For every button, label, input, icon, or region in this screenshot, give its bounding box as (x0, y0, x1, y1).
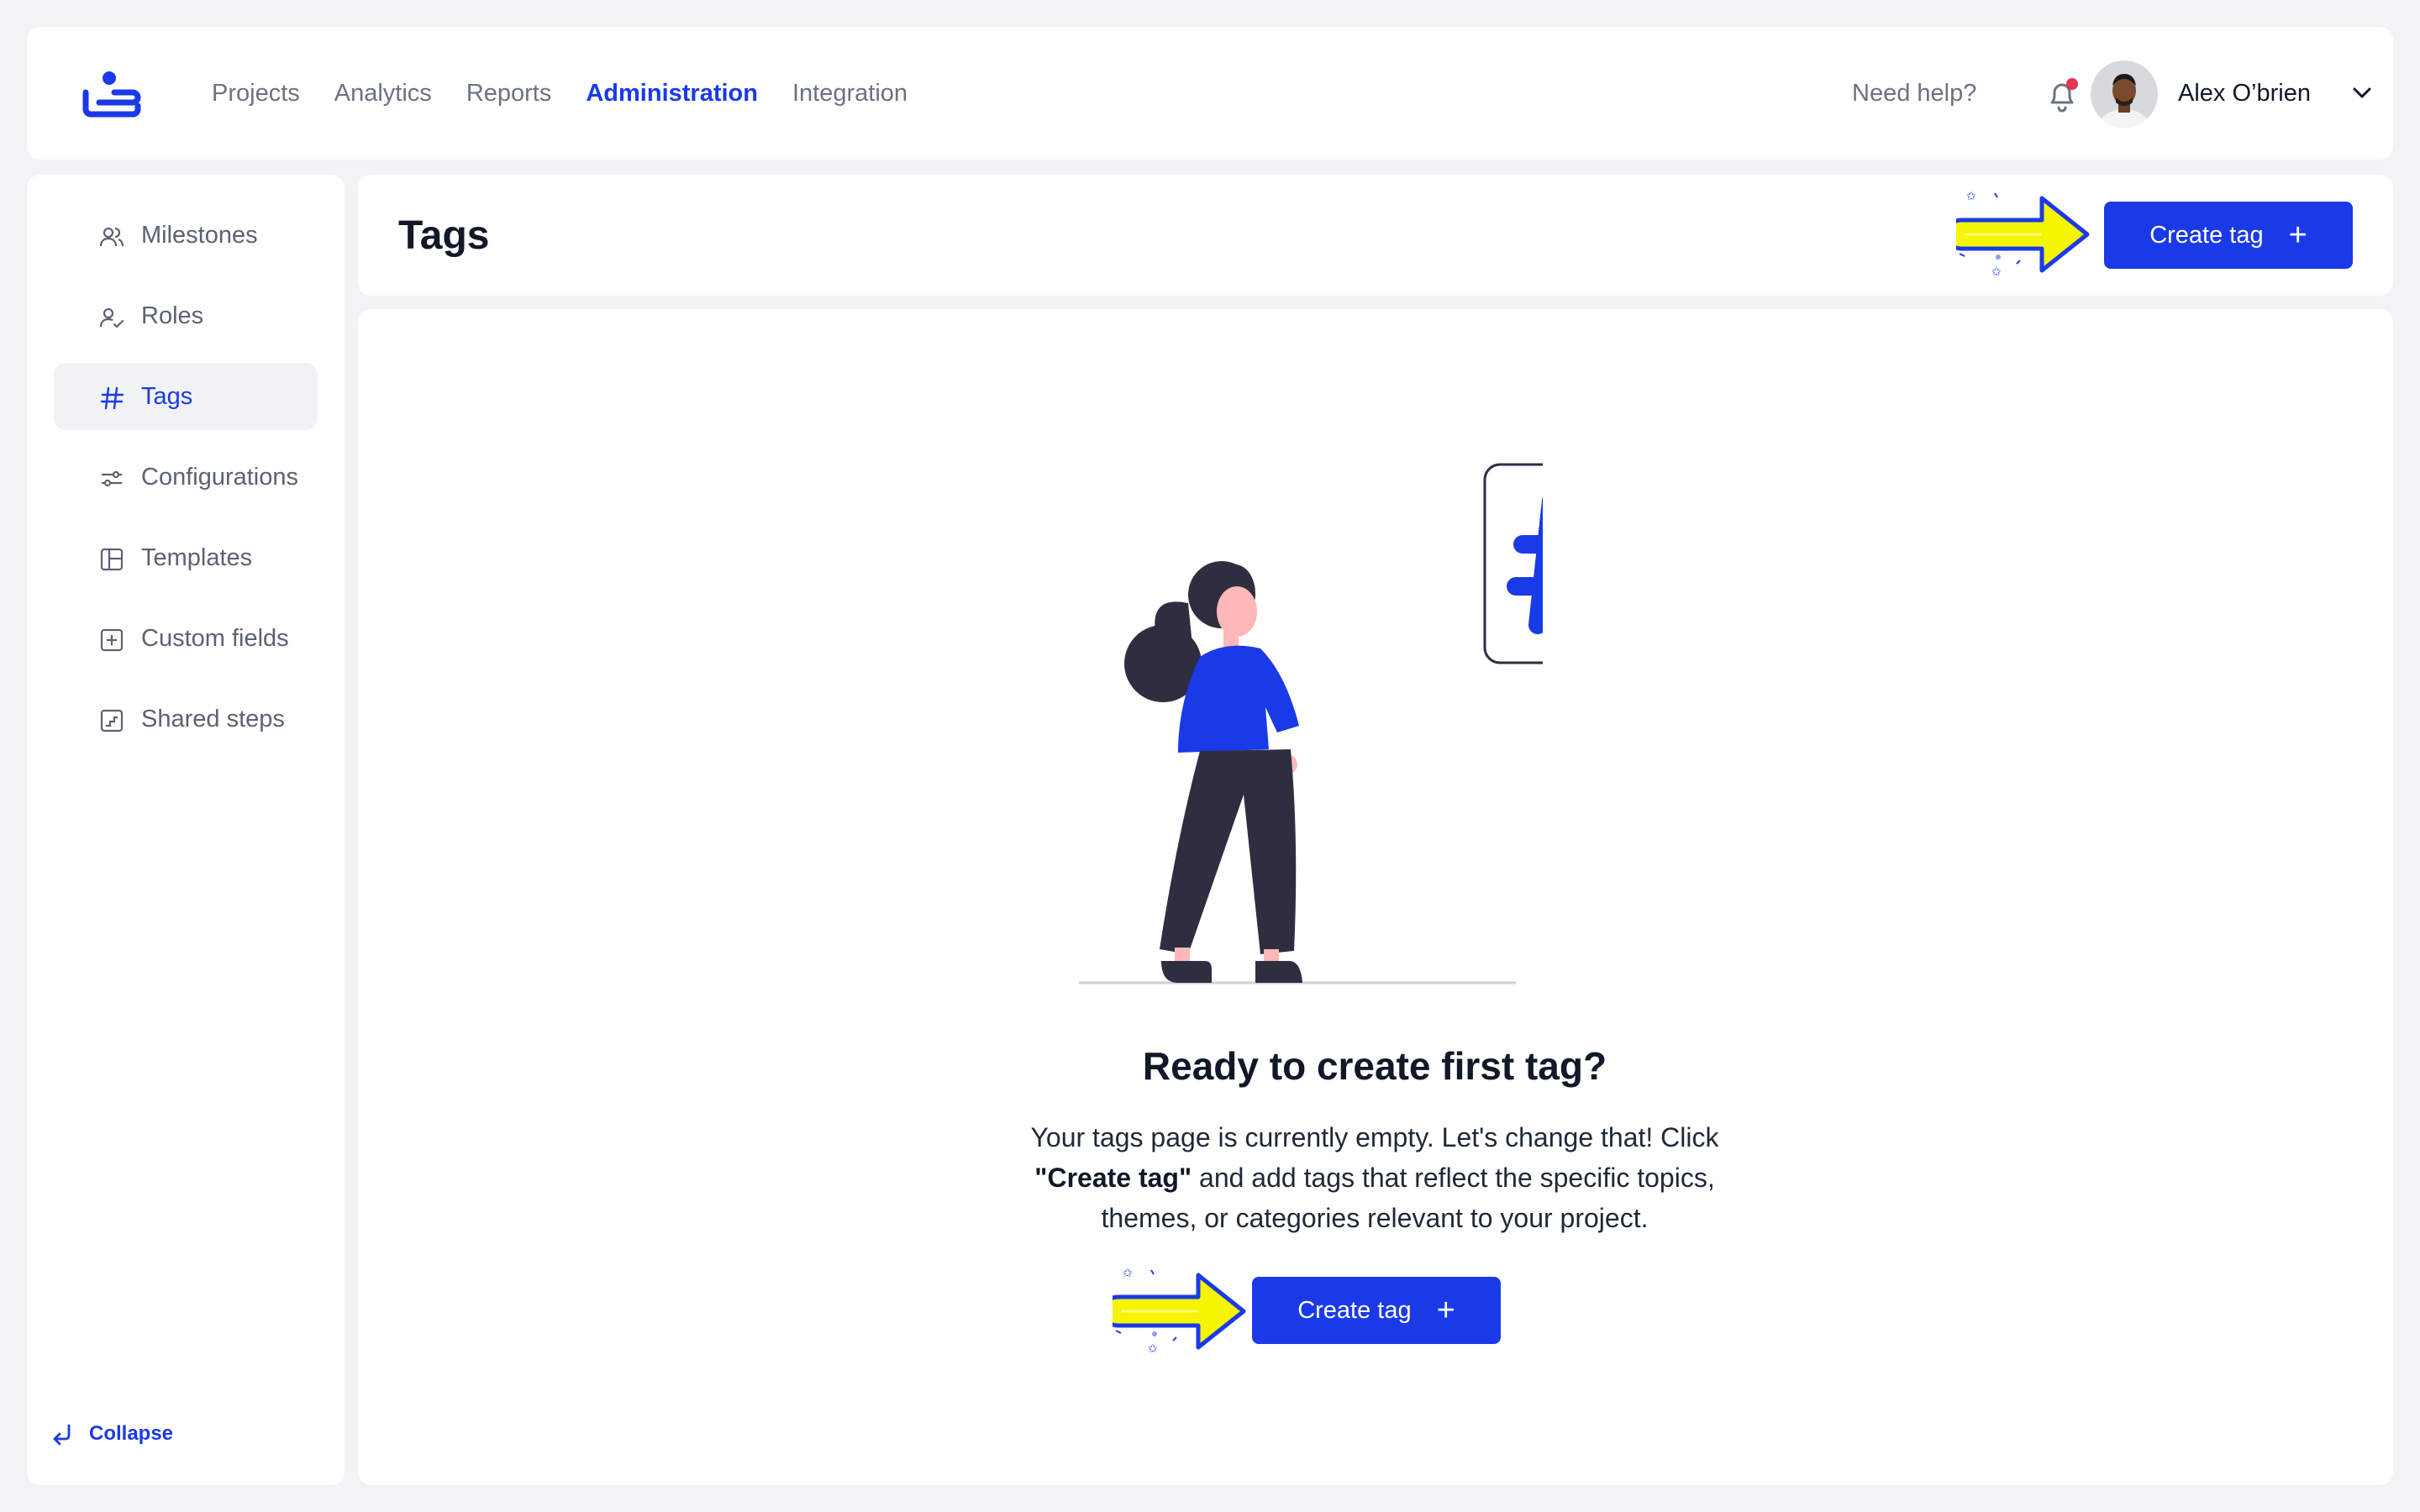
svg-text:✩: ✩ (1148, 1342, 1158, 1356)
top-navbar: Projects Analytics Reports Administratio… (27, 27, 2393, 160)
notification-bell-icon[interactable] (2044, 76, 2081, 114)
empty-state-illustration (1079, 463, 1543, 984)
plus-icon: + (2288, 218, 2307, 253)
app-logo[interactable] (81, 71, 141, 118)
sidebar-item-label: Templates (141, 543, 253, 571)
nav-reports[interactable]: Reports (466, 80, 552, 108)
highlight-arrow-icon: ✩ ✩ (1956, 190, 2090, 279)
users-icon (99, 227, 124, 247)
sliders-icon (102, 470, 122, 487)
sidebar-item-custom-fields[interactable]: Custom fields (54, 605, 318, 672)
layout-icon (100, 548, 124, 571)
highlight-arrow-icon: ✩ ✩ (1113, 1267, 1246, 1356)
svg-text:✩: ✩ (1123, 1267, 1133, 1280)
empty-state-create-tag-button[interactable]: Create tag + (1252, 1277, 1501, 1344)
create-tag-label: Create tag (2149, 221, 2264, 249)
nav-administration[interactable]: Administration (586, 80, 758, 108)
admin-sidebar: Milestones Roles Tags Configurations Tem… (27, 175, 345, 1485)
plus-icon: + (1436, 1293, 1455, 1328)
page-title: Tags (398, 213, 490, 258)
sidebar-item-label: Shared steps (141, 705, 285, 732)
sidebar-item-tags[interactable]: Tags (54, 363, 318, 430)
sidebar-item-templates[interactable]: Templates (54, 524, 318, 591)
create-tag-button[interactable]: Create tag + (2104, 202, 2353, 269)
chevron-down-icon[interactable] (2349, 81, 2375, 106)
main-nav: Projects Analytics Reports Administratio… (212, 27, 908, 160)
sidebar-item-label: Roles (141, 302, 204, 329)
empty-desc-line2: and add tags that reflect the specific t… (1192, 1163, 1715, 1193)
sidebar-item-milestones[interactable]: Milestones (54, 202, 318, 269)
svg-text:✩: ✩ (1991, 265, 2002, 279)
user-avatar[interactable] (2091, 60, 2158, 128)
nav-integration[interactable]: Integration (792, 80, 908, 108)
sidebar-item-label: Configurations (141, 463, 298, 491)
need-help-link[interactable]: Need help? (1852, 27, 1976, 160)
sidebar-item-roles[interactable]: Roles (54, 282, 318, 349)
empty-state-title: Ready to create first tag? (1142, 1044, 1607, 1088)
steps-icon (100, 709, 124, 732)
nav-analytics[interactable]: Analytics (334, 80, 432, 108)
sidebar-item-label: Custom fields (141, 624, 289, 652)
user-name[interactable]: Alex O’brien (2178, 27, 2311, 160)
collapse-arrow-icon (53, 1424, 71, 1446)
plus-square-icon (100, 628, 124, 652)
sidebar-item-shared-steps[interactable]: Shared steps (54, 685, 318, 753)
collapse-button[interactable]: Collapse (50, 1421, 173, 1446)
create-tag-label: Create tag (1297, 1296, 1412, 1324)
user-check-icon (99, 307, 124, 328)
hashtag-icon (100, 386, 124, 410)
collapse-label: Collapse (89, 1422, 174, 1445)
empty-desc-bold: "Create tag" (1034, 1163, 1192, 1193)
empty-desc-line3: themes, or categories relevant to your p… (1101, 1203, 1649, 1233)
sidebar-item-label: Tags (141, 382, 193, 410)
notification-dot (2066, 78, 2078, 90)
empty-state-description: Your tags page is currently empty. Let's… (955, 1117, 1795, 1238)
empty-desc-line1: Your tags page is currently empty. Let's… (1030, 1122, 1719, 1152)
sidebar-item-configurations[interactable]: Configurations (54, 444, 318, 511)
sidebar-item-label: Milestones (141, 221, 258, 249)
svg-text:✩: ✩ (1966, 190, 1976, 203)
nav-projects[interactable]: Projects (212, 80, 300, 108)
